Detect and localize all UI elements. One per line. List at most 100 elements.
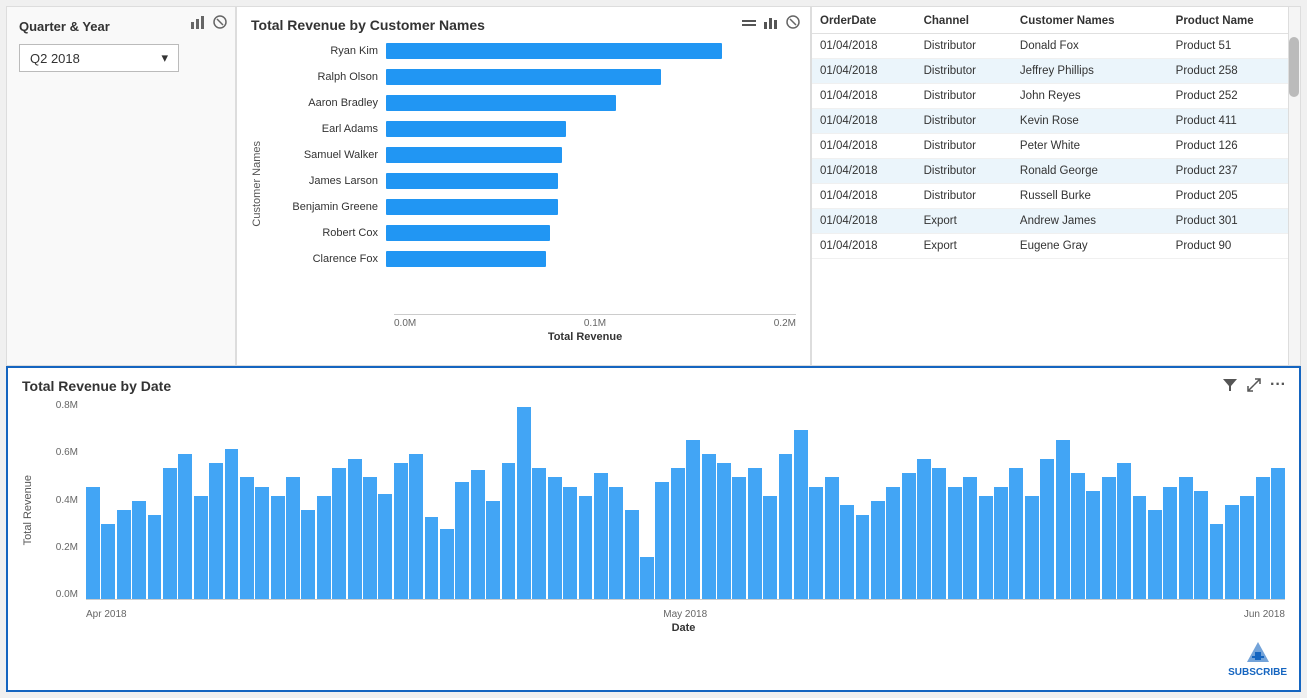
dropdown-arrow: ▾ bbox=[161, 50, 168, 66]
chart-type-icon[interactable] bbox=[740, 13, 758, 31]
ts-x-tick-1: May 2018 bbox=[663, 609, 707, 620]
table-cell: 01/04/2018 bbox=[812, 84, 916, 109]
ts-bar bbox=[563, 487, 577, 599]
table-row: 01/04/2018DistributorPeter WhiteProduct … bbox=[812, 134, 1300, 159]
bar-x-ticks: 0.0M 0.1M 0.2M bbox=[394, 314, 796, 329]
ts-expand-icon[interactable] bbox=[1245, 376, 1263, 394]
ts-bar bbox=[348, 459, 362, 599]
filter-panel: Quarter & Year Q2 2018 ▾ bbox=[6, 6, 236, 366]
bar-container bbox=[386, 95, 796, 111]
ts-bar bbox=[917, 459, 931, 599]
ts-bar bbox=[825, 477, 839, 599]
ts-bar bbox=[963, 477, 977, 599]
bar-fill bbox=[386, 95, 616, 111]
table-cell: Export bbox=[916, 209, 1012, 234]
ts-chart-area: Total Revenue 0.8M 0.6M 0.4M 0.2M 0.0M A… bbox=[22, 400, 1285, 620]
bar-row: Clarence Fox bbox=[271, 247, 796, 271]
bar-label: James Larson bbox=[271, 175, 386, 187]
bar-row: Aaron Bradley bbox=[271, 91, 796, 115]
bar-container bbox=[386, 121, 796, 137]
table-header-cell: Channel bbox=[916, 7, 1012, 34]
ts-bar bbox=[486, 501, 500, 599]
ts-bar bbox=[178, 454, 192, 599]
ts-bar bbox=[671, 468, 685, 599]
table-row: 01/04/2018DistributorKevin RoseProduct 4… bbox=[812, 109, 1300, 134]
bar-container bbox=[386, 225, 796, 241]
ts-bar bbox=[532, 468, 546, 599]
table-cell: Product 301 bbox=[1168, 209, 1300, 234]
x-tick-2: 0.2M bbox=[774, 318, 796, 329]
bar-container bbox=[386, 69, 796, 85]
ts-bar bbox=[840, 505, 854, 599]
ts-bar bbox=[702, 454, 716, 599]
table-row: 01/04/2018DistributorJeffrey PhillipsPro… bbox=[812, 59, 1300, 84]
ts-bar bbox=[732, 477, 746, 599]
bar-chart-icon[interactable] bbox=[762, 13, 780, 31]
ts-x-tick-2: Jun 2018 bbox=[1244, 609, 1285, 620]
ts-title: Total Revenue by Date bbox=[22, 378, 1285, 394]
table-scroll-area[interactable]: OrderDateChannelCustomer NamesProduct Na… bbox=[812, 7, 1300, 365]
ts-bar bbox=[301, 510, 315, 599]
ts-bar bbox=[1179, 477, 1193, 599]
ts-y-tick-0: 0.8M bbox=[56, 400, 78, 411]
ts-bar bbox=[286, 477, 300, 599]
bar-row: James Larson bbox=[271, 169, 796, 193]
ts-x-tick-0: Apr 2018 bbox=[86, 609, 127, 620]
bar-x-axis: 0.0M 0.1M 0.2M bbox=[394, 314, 796, 329]
ts-bar bbox=[1133, 496, 1147, 599]
subscribe-button[interactable]: SUBSCRIBE bbox=[1228, 642, 1287, 678]
bar-chart-panel-icons bbox=[740, 13, 802, 31]
bar-label: Clarence Fox bbox=[271, 253, 386, 265]
ts-bar bbox=[1163, 487, 1177, 599]
filter-value: Q2 2018 bbox=[30, 51, 80, 66]
bar-chart-cancel-icon[interactable] bbox=[784, 13, 802, 31]
ts-bar bbox=[378, 494, 392, 599]
bar-label: Aaron Bradley bbox=[271, 97, 386, 109]
timeseries-panel: ··· Total Revenue by Date Total Revenue … bbox=[6, 366, 1301, 692]
bar-container bbox=[386, 147, 796, 163]
table-cell: Andrew James bbox=[1012, 209, 1168, 234]
table-cell: Jeffrey Phillips bbox=[1012, 59, 1168, 84]
ts-bar bbox=[502, 463, 516, 599]
ts-bar bbox=[856, 515, 870, 599]
ts-more-icon[interactable]: ··· bbox=[1269, 376, 1287, 394]
filter-dropdown[interactable]: Q2 2018 ▾ bbox=[19, 44, 179, 72]
ts-y-axis: 0.8M 0.6M 0.4M 0.2M 0.0M bbox=[42, 400, 82, 620]
bar-label: Ryan Kim bbox=[271, 45, 386, 57]
table-cell: 01/04/2018 bbox=[812, 134, 916, 159]
ts-bar bbox=[871, 501, 885, 599]
table-cell: Product 411 bbox=[1168, 109, 1300, 134]
ts-bar bbox=[932, 468, 946, 599]
bar-fill bbox=[386, 43, 722, 59]
ts-bar bbox=[363, 477, 377, 599]
ts-bar bbox=[148, 515, 162, 599]
table-cell: Kevin Rose bbox=[1012, 109, 1168, 134]
table-header-row: OrderDateChannelCustomer NamesProduct Na… bbox=[812, 7, 1300, 34]
table-cell: 01/04/2018 bbox=[812, 34, 916, 59]
chart-icon[interactable] bbox=[189, 13, 207, 31]
bar-label: Earl Adams bbox=[271, 123, 386, 135]
scrollbar[interactable] bbox=[1288, 7, 1300, 365]
ts-bar bbox=[779, 454, 793, 599]
table-cell: 01/04/2018 bbox=[812, 59, 916, 84]
table-cell: 01/04/2018 bbox=[812, 234, 916, 259]
table-cell: Distributor bbox=[916, 184, 1012, 209]
ts-y-label: Total Revenue bbox=[22, 475, 42, 545]
table-cell: Product 237 bbox=[1168, 159, 1300, 184]
ts-bar bbox=[271, 496, 285, 599]
scrollbar-thumb[interactable] bbox=[1289, 37, 1299, 97]
table-header-cell: OrderDate bbox=[812, 7, 916, 34]
ts-bar bbox=[640, 557, 654, 599]
bar-label: Ralph Olson bbox=[271, 71, 386, 83]
ts-bar bbox=[609, 487, 623, 599]
bar-row: Earl Adams bbox=[271, 117, 796, 141]
table-header-cell: Product Name bbox=[1168, 7, 1300, 34]
table-cell: Distributor bbox=[916, 34, 1012, 59]
ts-bar bbox=[163, 468, 177, 599]
ts-y-tick-3: 0.2M bbox=[56, 542, 78, 553]
ts-y-tick-1: 0.6M bbox=[56, 447, 78, 458]
cancel-icon[interactable] bbox=[211, 13, 229, 31]
ts-filter-icon[interactable] bbox=[1221, 376, 1239, 394]
ts-bar bbox=[425, 517, 439, 599]
table-row: 01/04/2018DistributorJohn ReyesProduct 2… bbox=[812, 84, 1300, 109]
